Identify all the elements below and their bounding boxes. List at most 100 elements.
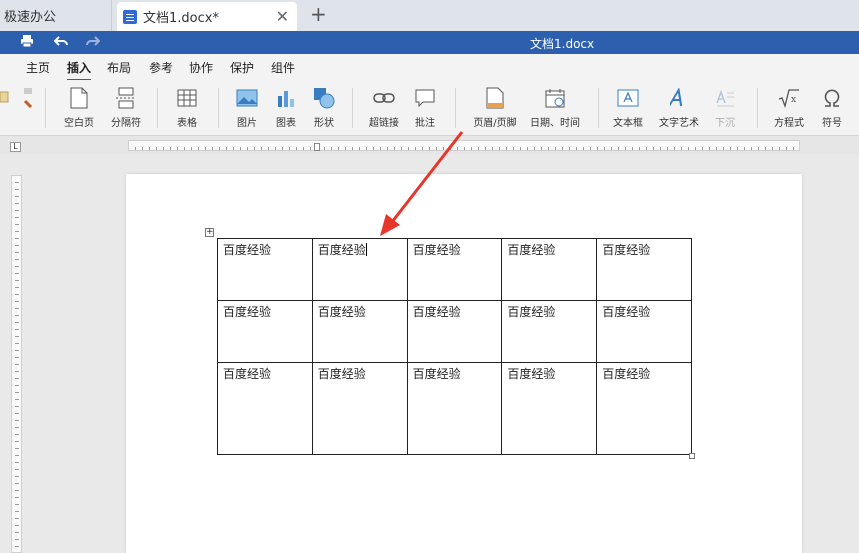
comment-icon <box>415 86 435 110</box>
tab-protect[interactable]: 保护 <box>230 59 254 76</box>
format-painter[interactable] <box>21 86 35 110</box>
word-art-label: 文字艺术 <box>659 118 699 129</box>
table-cell[interactable]: 百度经验 <box>501 238 598 301</box>
table-row: 百度经验 百度经验 百度经验 百度经验 百度经验 <box>217 362 692 455</box>
table-button[interactable]: 表格 <box>172 86 202 129</box>
cell-text: 百度经验 <box>223 367 272 381</box>
table-cell[interactable]: 百度经验 <box>406 238 503 301</box>
table-cell[interactable]: 百度经验 <box>501 300 598 363</box>
shape-icon <box>313 86 335 110</box>
table-icon <box>177 86 197 110</box>
cell-text: 百度经验 <box>507 243 556 257</box>
table-cell[interactable]: 百度经验 <box>406 300 503 363</box>
square-root-icon: x <box>778 86 800 110</box>
table-cell[interactable]: 百度经验 <box>217 300 313 363</box>
tab-layout[interactable]: 布局 <box>107 59 131 76</box>
table-resize-handle[interactable] <box>689 453 695 459</box>
table-row: 百度经验 百度经验 百度经验 百度经验 百度经验 <box>217 300 692 363</box>
blank-page-label: 空白页 <box>64 118 94 129</box>
title-bar: 文档1.docx <box>0 31 859 54</box>
symbol-label: 符号 <box>822 118 842 129</box>
ribbon-divider <box>45 88 46 128</box>
close-icon[interactable]: ✕ <box>276 7 289 26</box>
header-footer-button[interactable]: 页眉/页脚 <box>470 86 520 129</box>
table-cell[interactable]: 百度经验 <box>217 362 313 455</box>
table-cell[interactable]: 百度经验 <box>596 362 692 455</box>
blank-page-icon <box>70 86 88 110</box>
comment-button[interactable]: 批注 <box>412 86 438 129</box>
ribbon-divider <box>218 88 219 128</box>
cell-text: 百度经验 <box>223 243 272 257</box>
menu-bar: 主页 插入 布局 参考 协作 保护 组件 <box>0 54 859 81</box>
tab-references[interactable]: 参考 <box>149 59 173 76</box>
table-move-handle[interactable]: + <box>205 228 214 237</box>
table-cell[interactable]: 百度经验 <box>501 362 598 455</box>
page-break-label: 分隔符 <box>111 118 141 129</box>
table-cell[interactable]: 百度经验 <box>311 362 408 455</box>
image-label: 图片 <box>237 118 257 129</box>
table-cell[interactable]: 百度经验 <box>311 238 408 301</box>
blank-page-button[interactable]: 空白页 <box>62 86 96 129</box>
chart-icon <box>276 86 296 110</box>
cell-text: 百度经验 <box>412 367 461 381</box>
chart-label: 图表 <box>276 118 296 129</box>
shape-label: 形状 <box>314 118 334 129</box>
header-footer-label: 页眉/页脚 <box>473 118 517 129</box>
redo-icon[interactable] <box>86 34 101 52</box>
comment-label: 批注 <box>415 118 435 129</box>
svg-text:x: x <box>791 95 796 105</box>
table-label: 表格 <box>177 118 197 129</box>
cell-text: 百度经验 <box>412 305 461 319</box>
equation-button[interactable]: x 方程式 <box>770 86 808 129</box>
cell-text: 百度经验 <box>317 305 366 319</box>
document-icon <box>123 9 137 24</box>
table-cell[interactable]: 百度经验 <box>311 300 408 363</box>
image-button[interactable]: 图片 <box>232 86 262 129</box>
new-tab-button[interactable]: + <box>310 2 327 26</box>
equation-label: 方程式 <box>774 118 804 129</box>
chart-button[interactable]: 图表 <box>271 86 301 129</box>
undo-icon[interactable] <box>53 34 68 52</box>
cell-text: 百度经验 <box>602 243 651 257</box>
image-icon <box>236 86 258 110</box>
text-box-label: 文本框 <box>613 118 643 129</box>
ribbon-divider <box>757 88 758 128</box>
hyperlink-button[interactable]: 超链接 <box>368 86 400 129</box>
hyperlink-label: 超链接 <box>369 118 399 129</box>
ribbon-insert: 空白页 分隔符 表格 图片 图表 形状 超链接 批注 页眉/页脚 日期、时间 文… <box>0 80 859 136</box>
table-cell[interactable]: 百度经验 <box>217 238 313 301</box>
date-time-label: 日期、时间 <box>530 118 580 129</box>
symbol-button[interactable]: 符号 <box>818 86 846 129</box>
tab-strip: 极速办公 文档1.docx* ✕ + <box>0 0 859 31</box>
text-box-icon <box>617 86 639 110</box>
table-cell[interactable]: 百度经验 <box>596 238 692 301</box>
table-cell[interactable]: 百度经验 <box>406 362 503 455</box>
date-time-button[interactable]: 日期、时间 <box>529 86 581 129</box>
app-tab[interactable]: 极速办公 <box>0 0 112 31</box>
cell-text: 百度经验 <box>317 243 366 257</box>
table-row: 百度经验 百度经验 百度经验 百度经验 百度经验 <box>217 238 692 301</box>
document-tab[interactable]: 文档1.docx* ✕ <box>117 2 297 31</box>
page-break-button[interactable]: 分隔符 <box>106 86 146 129</box>
drop-cap-button[interactable]: 下沉 <box>710 86 740 129</box>
document-table[interactable]: 百度经验 百度经验 百度经验 百度经验 百度经验 百度经验 百度经验 百度经验 … <box>217 238 692 455</box>
text-box-button[interactable]: 文本框 <box>612 86 644 129</box>
cell-text: 百度经验 <box>507 305 556 319</box>
shape-button[interactable]: 形状 <box>309 86 339 129</box>
tab-home[interactable]: 主页 <box>26 59 50 76</box>
vertical-ruler[interactable] <box>11 175 22 553</box>
tab-components[interactable]: 组件 <box>271 59 295 76</box>
print-icon[interactable] <box>20 34 34 52</box>
table-cell[interactable]: 百度经验 <box>596 300 692 363</box>
horizontal-ruler[interactable] <box>128 140 800 151</box>
indent-marker[interactable] <box>314 143 320 151</box>
document-tab-label: 文档1.docx* <box>143 11 219 26</box>
tab-insert[interactable]: 插入 <box>67 59 92 81</box>
ribbon-divider <box>352 88 353 128</box>
word-art-button[interactable]: 文字艺术 <box>655 86 703 129</box>
drop-cap-icon <box>715 86 735 110</box>
window-title: 文档1.docx <box>530 37 595 51</box>
tab-stop-selector[interactable]: L <box>10 142 21 152</box>
clipboard-group[interactable] <box>0 86 12 110</box>
tab-collaborate[interactable]: 协作 <box>189 59 213 76</box>
